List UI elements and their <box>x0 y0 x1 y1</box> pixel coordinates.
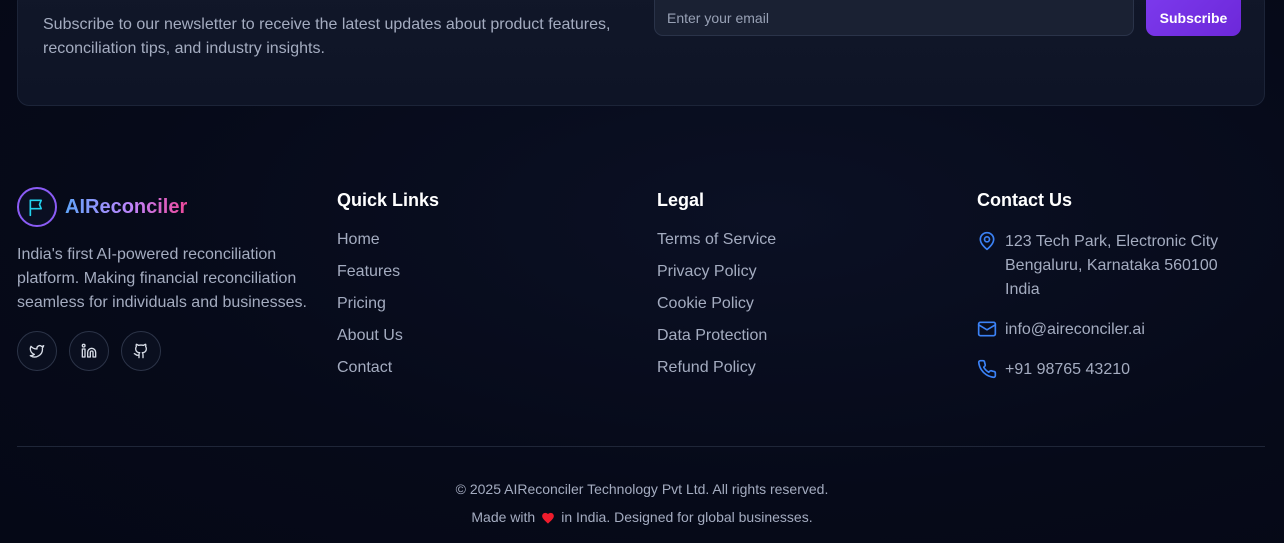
phone-icon <box>977 358 997 380</box>
newsletter-card: Subscribe to our newsletter to receive t… <box>17 0 1265 106</box>
link-data-protection[interactable]: Data Protection <box>657 326 767 346</box>
contact-address: 123 Tech Park, Electronic City Bengaluru… <box>977 230 1267 302</box>
list-item: About Us <box>337 326 439 358</box>
github-icon[interactable] <box>121 331 161 371</box>
legal-title: Legal <box>657 190 705 210</box>
legal-links-list: Terms of Service Privacy Policy Cookie P… <box>657 230 776 390</box>
address-line-2: Bengaluru, Karnataka 560100 <box>1005 257 1218 274</box>
brand-description: India's first AI-powered reconciliation … <box>17 246 307 311</box>
link-contact[interactable]: Contact <box>337 358 392 378</box>
list-item: Contact <box>337 358 439 390</box>
heart-icon <box>541 511 555 524</box>
newsletter-description: Subscribe to our newsletter to receive t… <box>43 16 611 57</box>
brand-column: AIReconciler India's first AI-powered re… <box>17 186 317 371</box>
twitter-icon[interactable] <box>17 331 57 371</box>
linkedin-icon[interactable] <box>69 331 109 371</box>
link-refund[interactable]: Refund Policy <box>657 358 756 378</box>
footer-bottom: © 2025 AIReconciler Technology Pvt Ltd. … <box>0 478 1284 528</box>
list-item: Home <box>337 230 439 262</box>
brand-header: AIReconciler <box>17 186 317 228</box>
subscribe-button[interactable]: Subscribe <box>1146 0 1241 36</box>
footer-divider <box>17 446 1265 447</box>
brand-name[interactable]: AIReconciler <box>65 196 187 219</box>
list-item: Data Protection <box>657 326 776 358</box>
link-about-us[interactable]: About Us <box>337 326 403 346</box>
list-item: Features <box>337 262 439 294</box>
legal-column: Legal Terms of Service Privacy Policy Co… <box>657 186 776 390</box>
phone-link[interactable]: +91 98765 43210 <box>1005 358 1130 382</box>
contact-column: Contact Us 123 Tech Park, Electronic Cit… <box>977 186 1267 382</box>
list-item: Cookie Policy <box>657 294 776 326</box>
list-item: Privacy Policy <box>657 262 776 294</box>
link-features[interactable]: Features <box>337 262 400 282</box>
copyright-text: © 2025 AIReconciler Technology Pvt Ltd. … <box>455 481 829 497</box>
link-cookie[interactable]: Cookie Policy <box>657 294 754 314</box>
link-privacy[interactable]: Privacy Policy <box>657 262 757 282</box>
made-prefix: Made with <box>471 509 536 525</box>
quick-links-list: Home Features Pricing About Us Contact <box>337 230 439 390</box>
flag-icon <box>17 187 57 227</box>
contact-title: Contact Us <box>977 190 1073 210</box>
contact-email: info@aireconciler.ai <box>977 318 1267 342</box>
email-input[interactable] <box>654 0 1134 36</box>
social-links <box>17 331 317 371</box>
address-line-3: India <box>1005 281 1040 298</box>
made-suffix: in India. Designed for global businesses… <box>561 509 813 525</box>
contact-phone: +91 98765 43210 <box>977 358 1267 382</box>
made-with-text: Made with in India. Designed for global … <box>0 506 1284 528</box>
link-home[interactable]: Home <box>337 230 380 250</box>
link-terms[interactable]: Terms of Service <box>657 230 776 250</box>
quick-links-column: Quick Links Home Features Pricing About … <box>337 186 439 390</box>
address-text: 123 Tech Park, Electronic City Bengaluru… <box>1005 230 1218 302</box>
address-line-1: 123 Tech Park, Electronic City <box>1005 233 1219 250</box>
email-link[interactable]: info@aireconciler.ai <box>1005 318 1145 342</box>
mail-icon <box>977 318 997 340</box>
link-pricing[interactable]: Pricing <box>337 294 386 314</box>
list-item: Pricing <box>337 294 439 326</box>
list-item: Terms of Service <box>657 230 776 262</box>
list-item: Refund Policy <box>657 358 776 390</box>
map-pin-icon <box>977 230 997 252</box>
quick-links-title: Quick Links <box>337 190 440 210</box>
